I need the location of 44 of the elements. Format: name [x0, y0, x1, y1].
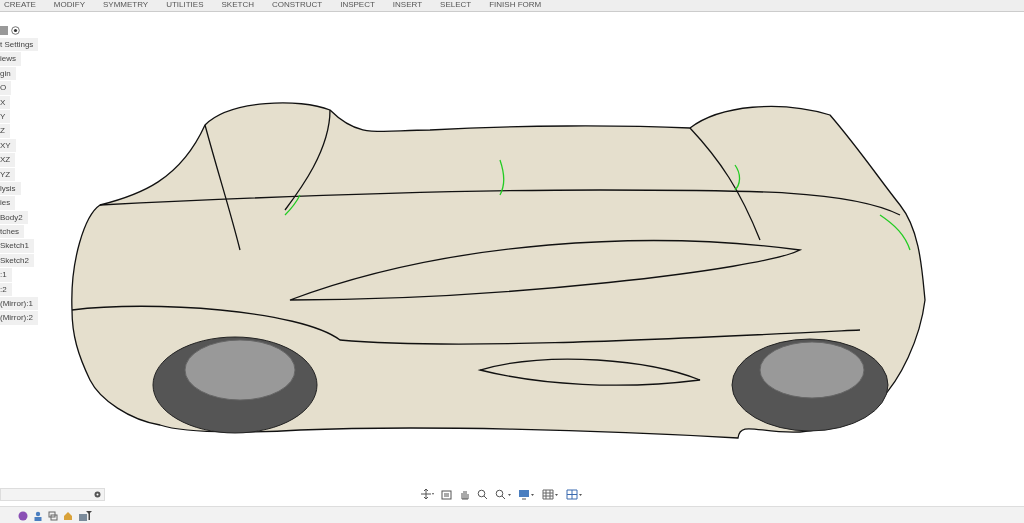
browser-item[interactable]: tches [0, 225, 25, 239]
toolbar-menu[interactable]: SELECT [436, 0, 486, 10]
browser-item[interactable]: Z [0, 124, 10, 138]
toolbar-menu[interactable]: FINISH FORM [485, 0, 556, 10]
browser-item[interactable]: iews [0, 52, 21, 66]
toolbar-menu[interactable]: INSPECT [336, 0, 389, 10]
browser-item[interactable]: O [0, 81, 12, 95]
browser-item[interactable]: (Mirror):1 [0, 297, 38, 311]
browser-item[interactable]: YZ [0, 167, 16, 181]
fit-zoom-icon[interactable] [495, 488, 511, 500]
settings-icon[interactable] [94, 491, 101, 498]
browser-item[interactable]: Sketch1 [0, 239, 34, 253]
browser-item[interactable]: (Mirror):2 [0, 311, 38, 325]
grid-icon[interactable] [542, 488, 559, 500]
viewports-icon[interactable] [566, 488, 583, 500]
toolbar-menu[interactable]: UTILITIES [162, 0, 218, 10]
toolbar-menu[interactable]: SKETCH [217, 0, 268, 10]
browser-item[interactable]: :1 [0, 268, 12, 282]
toolbar-menu[interactable]: INSERT [388, 0, 437, 10]
browser-item[interactable]: X [0, 95, 11, 109]
browser-item[interactable]: XZ [0, 153, 16, 167]
person-icon[interactable] [33, 510, 43, 521]
look-at-icon[interactable] [441, 488, 452, 500]
browser-item[interactable]: t Settings [0, 38, 39, 52]
sphere-icon[interactable] [18, 510, 28, 521]
browser-item[interactable]: lysis [0, 181, 21, 196]
toolbox-icon[interactable] [78, 509, 92, 522]
panel-toggle-icon[interactable] [0, 26, 8, 35]
zoom-icon[interactable] [477, 488, 488, 500]
toolbar-menu[interactable]: CREATE [0, 0, 50, 10]
toolbar-menu[interactable]: MODIFY [49, 0, 99, 10]
display-settings-icon[interactable] [518, 488, 535, 500]
browser-item[interactable]: gin [0, 66, 16, 81]
browser-item[interactable]: XY [0, 138, 16, 153]
orbit-icon[interactable] [420, 488, 434, 500]
toolbar-menu[interactable]: CONSTRUCT [267, 0, 337, 10]
browser-item[interactable]: Body2 [0, 210, 28, 225]
browser-item[interactable]: Sketch2 [0, 253, 34, 268]
browser-item[interactable]: ies [0, 196, 16, 210]
browser-item[interactable]: :2 [0, 282, 12, 297]
group-icon[interactable] [48, 510, 58, 521]
browser-item[interactable]: Y [0, 109, 11, 124]
toolbar-menu[interactable]: SYMMETRY [98, 0, 163, 10]
radio-button-icon[interactable] [11, 26, 20, 35]
